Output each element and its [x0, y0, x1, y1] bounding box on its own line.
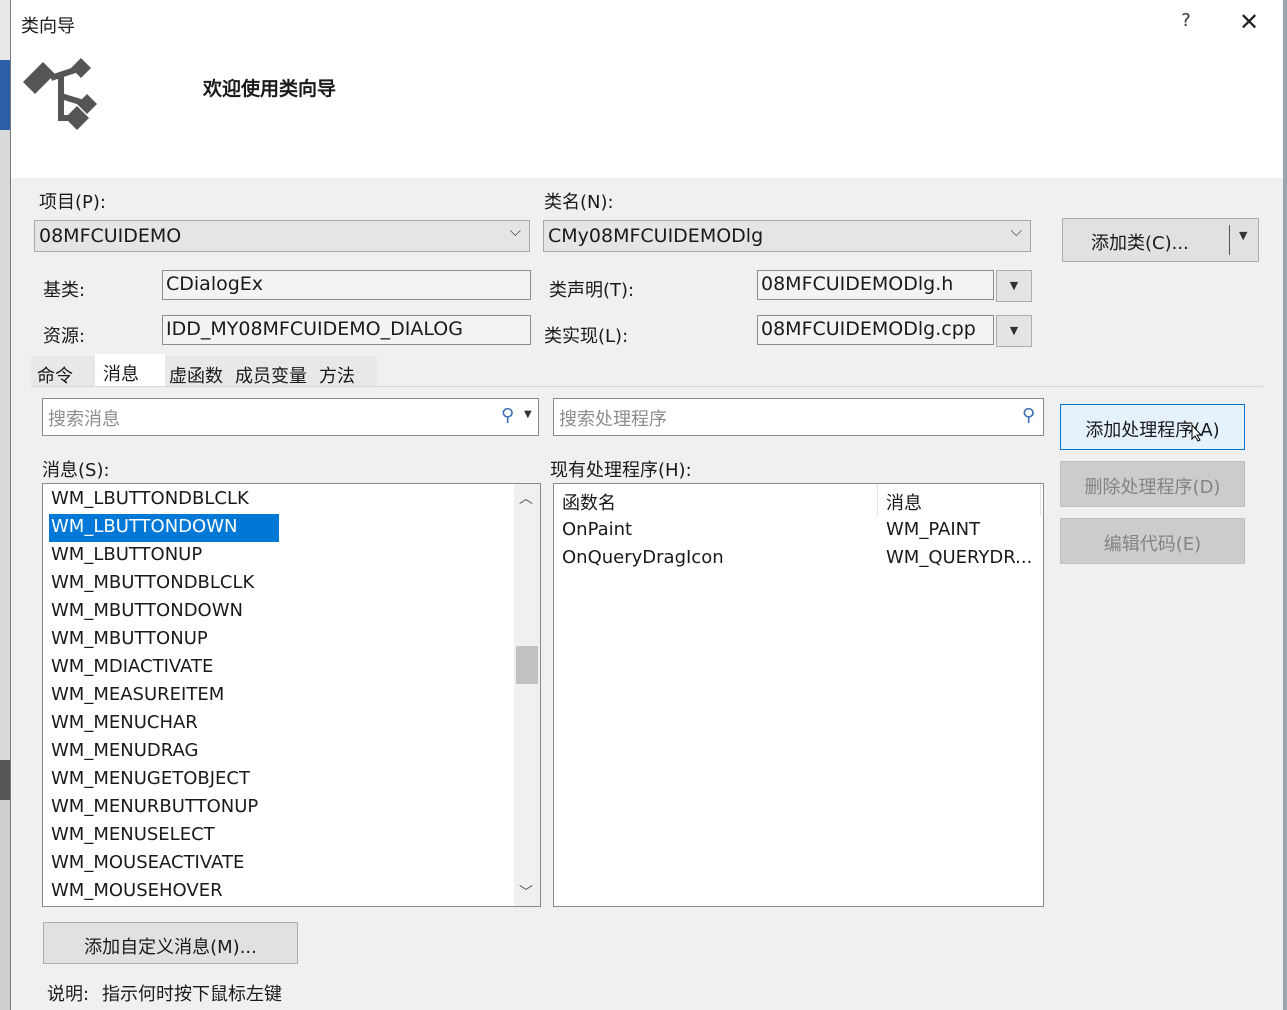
- chevron-down-icon: ⌵: [509, 222, 521, 240]
- message-search-input[interactable]: 搜索消息 ⚲ ▼: [42, 398, 539, 436]
- messages-scrollbar[interactable]: ︿ ﹀: [514, 484, 540, 906]
- search-icon[interactable]: ⚲: [501, 405, 514, 426]
- project-label: 项目(P):: [39, 192, 106, 213]
- chevron-up-icon[interactable]: ︿: [519, 488, 533, 508]
- handlers-list-label: 现有处理程序(H):: [550, 460, 692, 481]
- split-separator: [1229, 225, 1230, 255]
- classname-value: CMy08MFCUIDEMODlg: [548, 225, 764, 247]
- handler-message-cell[interactable]: WM_PAINT: [886, 519, 980, 540]
- window-title: 类向导: [21, 16, 75, 37]
- base-class-field[interactable]: CDialogEx: [162, 270, 531, 300]
- list-item[interactable]: WM_MENUGETOBJECT: [49, 766, 253, 794]
- chevron-down-icon[interactable]: ﹀: [519, 882, 533, 902]
- list-item[interactable]: WM_MBUTTONDBLCLK: [49, 570, 257, 598]
- classname-label: 类名(N):: [544, 192, 614, 213]
- dropdown-arrow-icon[interactable]: ▼: [1239, 229, 1247, 242]
- column-header-function[interactable]: 函数名: [554, 484, 878, 516]
- list-item[interactable]: WM_MENUSELECT: [49, 822, 218, 850]
- base-class-label: 基类:: [43, 280, 86, 301]
- tab-virtual-functions[interactable]: 虚函数: [165, 356, 227, 388]
- list-item-selected[interactable]: WM_LBUTTONDOWN: [49, 514, 279, 542]
- add-class-button[interactable]: 添加类(C)... ▼: [1062, 218, 1259, 262]
- implementation-label: 类实现(L):: [544, 326, 629, 347]
- list-item[interactable]: WM_MENURBUTTONUP: [49, 794, 261, 822]
- close-button[interactable]: ✕: [1231, 8, 1267, 38]
- list-item[interactable]: WM_LBUTTONUP: [49, 542, 205, 570]
- tab-methods[interactable]: 方法: [315, 356, 359, 388]
- handler-message-cell[interactable]: WM_QUERYDR...: [886, 547, 1032, 568]
- add-custom-message-button[interactable]: 添加自定义消息(M)...: [43, 922, 298, 964]
- list-item[interactable]: WM_MEASUREITEM: [49, 682, 227, 710]
- declaration-label: 类声明(T):: [549, 280, 635, 301]
- resource-field[interactable]: IDD_MY08MFCUIDEMO_DIALOG: [162, 315, 531, 345]
- dialog-header: 类向导 ? ✕ 欢迎使用类向导: [11, 0, 1283, 178]
- dropdown-arrow-icon[interactable]: ▼: [524, 409, 532, 420]
- description-label: 说明:: [47, 984, 90, 1005]
- delete-handler-button[interactable]: 删除处理程序(D): [1060, 461, 1245, 507]
- list-item[interactable]: WM_MDIACTIVATE: [49, 654, 216, 682]
- handler-search-input[interactable]: 搜索处理程序 ⚲: [553, 398, 1044, 436]
- tab-commands[interactable]: 命令: [33, 356, 77, 388]
- list-item[interactable]: WM_MOUSEHOVER: [49, 878, 226, 906]
- chevron-down-icon: ⌵: [1010, 222, 1022, 240]
- handler-search-placeholder: 搜索处理程序: [559, 409, 667, 430]
- declaration-dropdown-button[interactable]: ▼: [996, 270, 1032, 302]
- add-class-label: 添加类(C)...: [1091, 233, 1189, 254]
- mouse-cursor-icon: [1191, 424, 1203, 442]
- list-item[interactable]: WM_MBUTTONUP: [49, 626, 211, 654]
- help-button[interactable]: ?: [1171, 10, 1201, 38]
- handler-function-cell[interactable]: OnPaint: [562, 519, 632, 540]
- tab-messages[interactable]: 消息: [95, 354, 165, 388]
- messages-listbox[interactable]: WM_LBUTTONDBLCLK WM_LBUTTONDOWN WM_LBUTT…: [42, 483, 541, 907]
- scrollbar-thumb[interactable]: [516, 646, 538, 684]
- handlers-listview[interactable]: 函数名 消息 OnPaint WM_PAINT OnQueryDragIcon …: [553, 483, 1044, 907]
- column-header-message[interactable]: 消息: [878, 484, 1041, 516]
- resource-label: 资源:: [43, 326, 86, 347]
- list-item[interactable]: WM_MOUSEACTIVATE: [49, 850, 247, 878]
- list-item[interactable]: WM_MENUDRAG: [49, 738, 201, 766]
- background-window-edge-right: [1283, 0, 1287, 1010]
- implementation-dropdown-button[interactable]: ▼: [996, 315, 1032, 347]
- project-value: 08MFCUIDEMO: [39, 225, 182, 247]
- tab-member-variables[interactable]: 成员变量: [231, 356, 311, 388]
- list-item[interactable]: WM_MBUTTONDOWN: [49, 598, 246, 626]
- add-handler-button[interactable]: 添加处理程序(A): [1060, 404, 1245, 450]
- messages-list-label: 消息(S):: [42, 460, 110, 481]
- class-wizard-dialog: 类向导 ? ✕ 欢迎使用类向导 项目(P): 08MFCUIDEMO ⌵ 类名(…: [10, 0, 1283, 1010]
- list-item[interactable]: WM_MENUCHAR: [49, 710, 201, 738]
- background-window-edge: [0, 0, 10, 1010]
- implementation-field[interactable]: 08MFCUIDEMODlg.cpp: [757, 315, 994, 345]
- edit-code-button[interactable]: 编辑代码(E): [1060, 518, 1245, 564]
- search-icon[interactable]: ⚲: [1022, 405, 1035, 426]
- message-search-placeholder: 搜索消息: [48, 409, 120, 430]
- description-text: 指示何时按下鼠标左键: [102, 984, 282, 1005]
- declaration-field[interactable]: 08MFCUIDEMODlg.h: [757, 270, 994, 300]
- list-item[interactable]: WM_LBUTTONDBLCLK: [49, 486, 252, 514]
- project-combo[interactable]: 08MFCUIDEMO ⌵: [34, 220, 530, 252]
- classname-combo[interactable]: CMy08MFCUIDEMODlg ⌵: [543, 220, 1031, 252]
- class-wizard-logo-icon: [23, 58, 97, 130]
- welcome-heading: 欢迎使用类向导: [203, 78, 337, 100]
- handler-function-cell[interactable]: OnQueryDragIcon: [562, 547, 724, 568]
